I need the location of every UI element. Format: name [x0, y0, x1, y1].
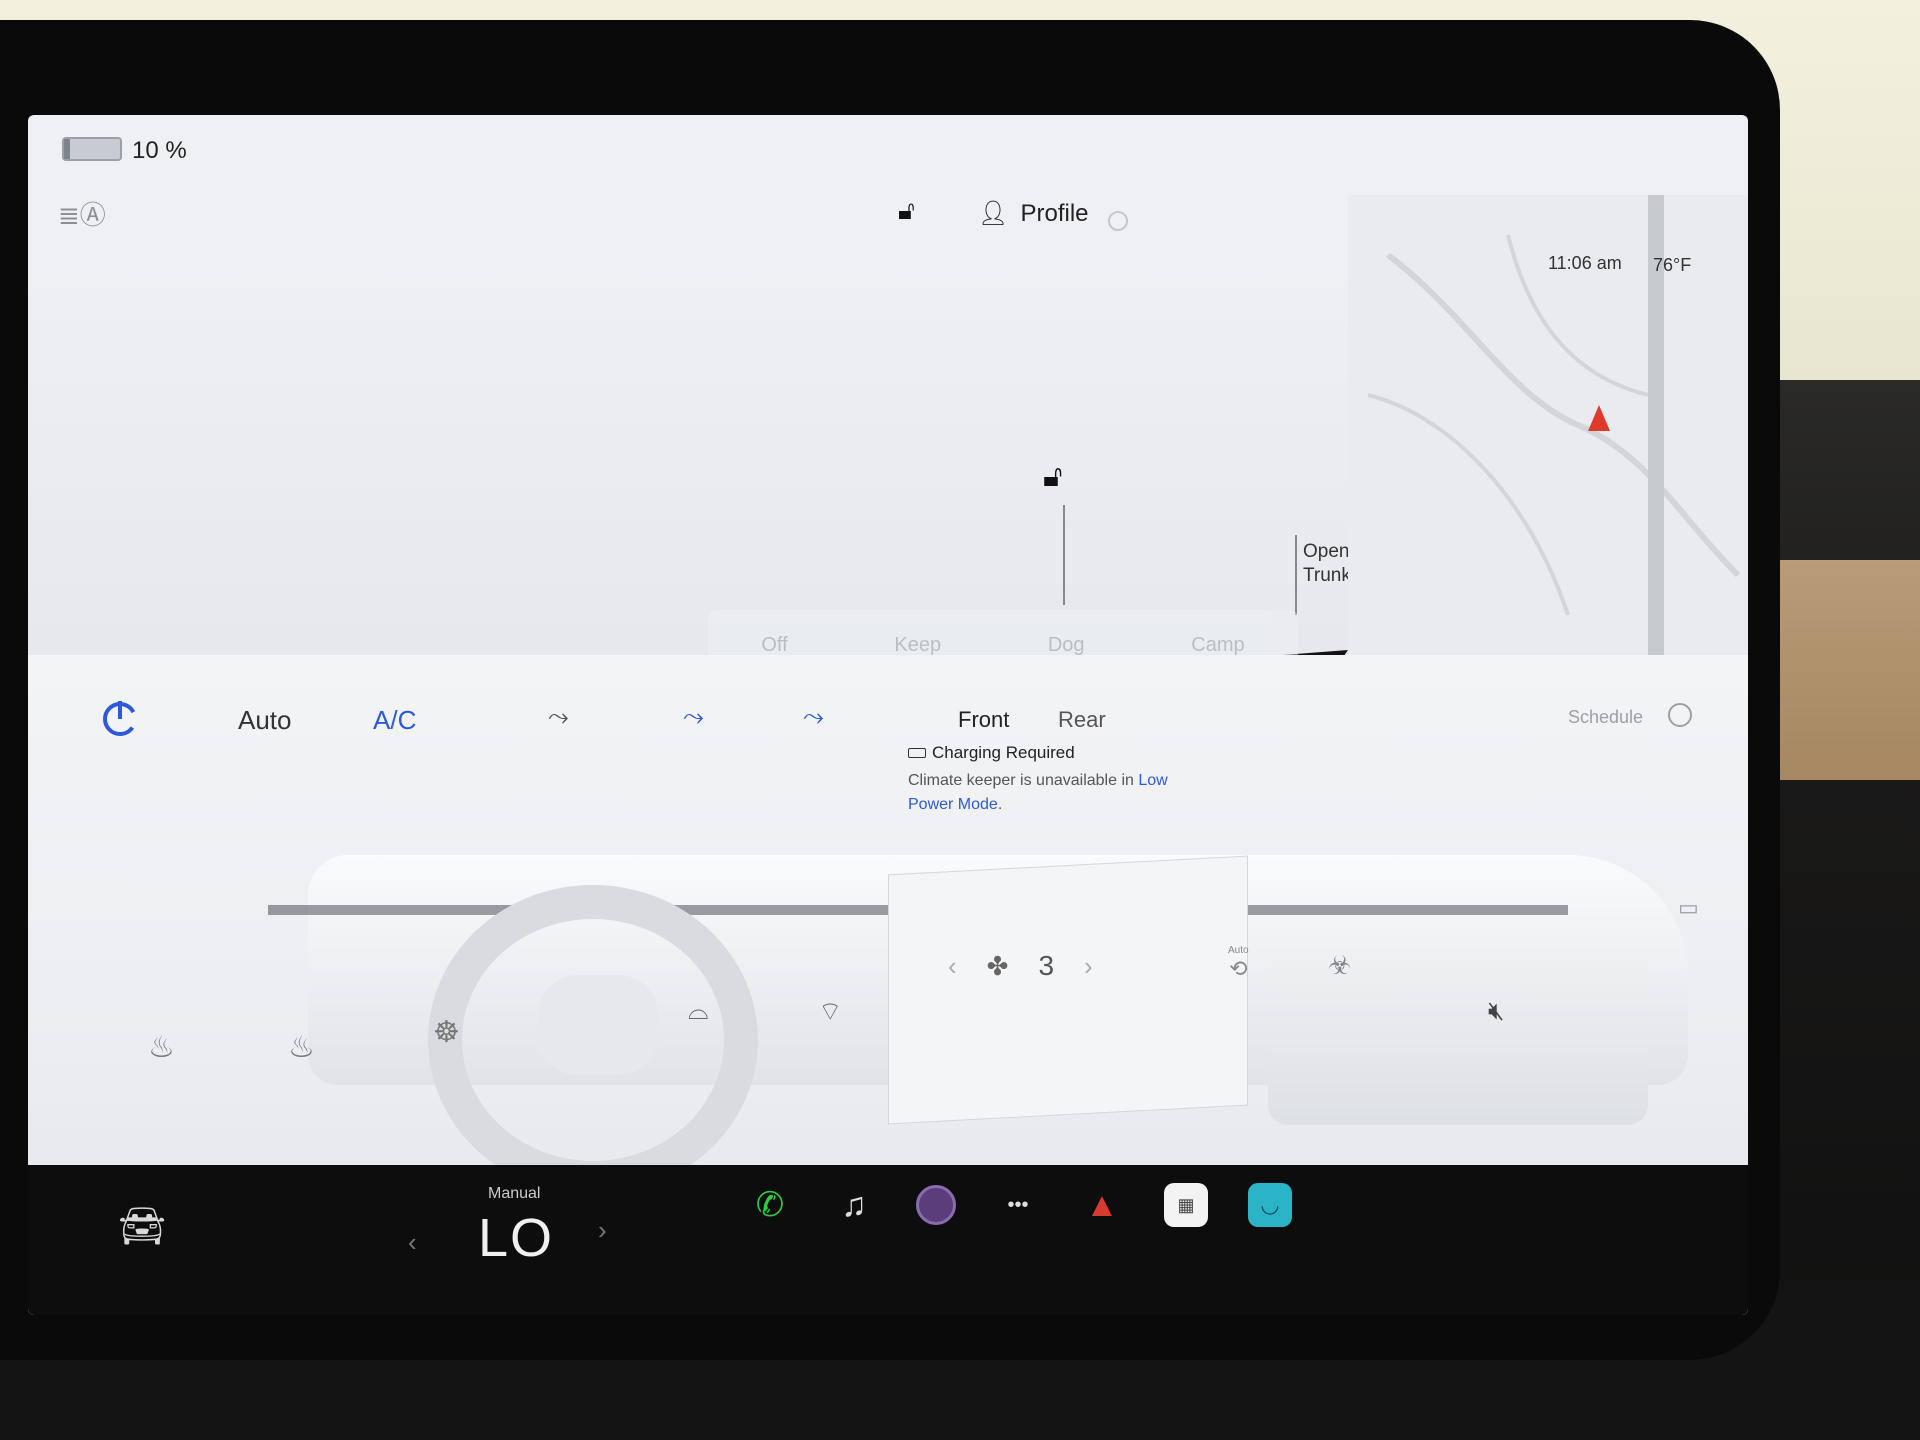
toast-body: Climate keeper is unavailable in Low Pow…: [908, 769, 1208, 817]
app-launcher: ✆ ♫ ••• ▲ ▦ ◡: [748, 1183, 1292, 1227]
keeper-camp: Camp: [1191, 633, 1245, 656]
clock: 11:06 am: [1548, 253, 1622, 273]
bioweapon-mode-icon[interactable]: ☣: [1328, 950, 1351, 981]
more-icon[interactable]: •••: [996, 1183, 1040, 1227]
auto-headlight-icon[interactable]: ≣Ⓐ: [58, 195, 112, 230]
temp-increase-icon[interactable]: ›: [598, 1215, 607, 1246]
wood-trim: [1760, 560, 1920, 780]
fan-increase-icon[interactable]: ›: [1084, 951, 1093, 982]
auto-button[interactable]: Auto: [238, 705, 292, 736]
ac-button[interactable]: A/C: [373, 705, 416, 736]
temp-decrease-icon[interactable]: ‹: [408, 1227, 417, 1258]
fan-control: ‹ ✤ 3 ›: [948, 950, 1093, 982]
volume-mute-icon[interactable]: 🔇︎: [1488, 995, 1504, 1027]
current-location-icon: [1588, 405, 1610, 431]
fan-speed: 3: [1038, 950, 1055, 981]
recirc-label: Auto: [1228, 945, 1249, 956]
lock-icon[interactable]: 🔓︎: [898, 195, 915, 227]
frunk-lock-icon[interactable]: 🔓︎: [1043, 460, 1062, 494]
open-trunk-button[interactable]: Open Trunk: [1303, 540, 1351, 588]
battery-icon: [62, 137, 122, 161]
toast-title-text: Charging Required: [932, 743, 1075, 762]
profile-indicator: [1108, 211, 1128, 231]
temp-value: LO: [478, 1208, 555, 1268]
bottom-dock: 🚘︎ ‹ Manual LO › ✆ ♫ ••• ▲ ▦ ◡: [28, 1165, 1748, 1315]
phone-icon[interactable]: ✆: [748, 1183, 792, 1227]
display-bezel: 10 % ≣Ⓐ 🔓︎ 👤︎ Profile 🔓︎ Open Trunk Off …: [0, 20, 1780, 1360]
calendar-icon[interactable]: ▦: [1164, 1183, 1208, 1227]
rear-seat-heater-icon[interactable]: ♨: [288, 1030, 315, 1065]
person-icon: 👤︎: [978, 200, 1009, 227]
steering-hub-graphic: [538, 975, 658, 1075]
front-defrost-icon[interactable]: ⌓: [688, 995, 709, 1027]
charging-required-toast: Charging Required Climate keeper is unav…: [888, 725, 1228, 875]
touchscreen: 10 % ≣Ⓐ 🔓︎ 👤︎ Profile 🔓︎ Open Trunk Off …: [28, 115, 1748, 1315]
fan-decrease-icon[interactable]: ‹: [948, 951, 957, 982]
keeper-off: Off: [761, 633, 788, 656]
frunk-pointer: [1063, 505, 1065, 605]
temp-mode: Manual: [488, 1185, 541, 1202]
keeper-keep: Keep: [894, 633, 942, 656]
steering-wheel-heater-icon[interactable]: ☸: [433, 1015, 460, 1050]
camera-icon[interactable]: [916, 1185, 956, 1225]
battery-icon-small: [908, 748, 926, 758]
battery-level: [64, 139, 70, 159]
toast-body-end: .: [997, 796, 1003, 813]
center-screen-graphic: [888, 855, 1248, 1125]
toybox-icon[interactable]: ◡: [1248, 1183, 1292, 1227]
toast-body-text: Climate keeper is unavailable in: [908, 772, 1139, 789]
recirculation-button[interactable]: Auto ⟲: [1228, 945, 1249, 982]
battery-percent: 10 %: [132, 137, 187, 164]
airflow-feet-icon[interactable]: ⤳: [803, 701, 837, 735]
fan-icon: ✤: [986, 950, 1009, 981]
power-icon[interactable]: [98, 695, 142, 739]
glovebox-graphic: [1268, 945, 1648, 1125]
profile-button[interactable]: 👤︎ Profile: [978, 199, 1089, 228]
clock-icon[interactable]: [1668, 703, 1692, 727]
outside-temperature: 76°F: [1653, 255, 1692, 275]
navigation-icon[interactable]: ▲: [1080, 1183, 1124, 1227]
seat-heater-icon[interactable]: ♨: [148, 1030, 175, 1065]
toast-title: Charging Required: [908, 743, 1208, 763]
airflow-face-feet-icon[interactable]: ⤳: [683, 701, 717, 735]
schedule-button[interactable]: Schedule: [1568, 707, 1643, 728]
car-icon[interactable]: 🚘︎: [118, 1205, 166, 1249]
music-icon[interactable]: ♫: [832, 1183, 876, 1227]
airflow-face-icon[interactable]: ⤳: [548, 701, 582, 735]
windshield-defrost-icon[interactable]: ⌔: [818, 995, 842, 1028]
profile-label: Profile: [1020, 199, 1089, 227]
recirculate-icon: ⟲: [1229, 956, 1248, 981]
trunk-pointer: [1295, 535, 1297, 615]
keeper-dog: Dog: [1047, 633, 1085, 656]
rear-defrost-icon[interactable]: ▭: [1678, 895, 1699, 921]
